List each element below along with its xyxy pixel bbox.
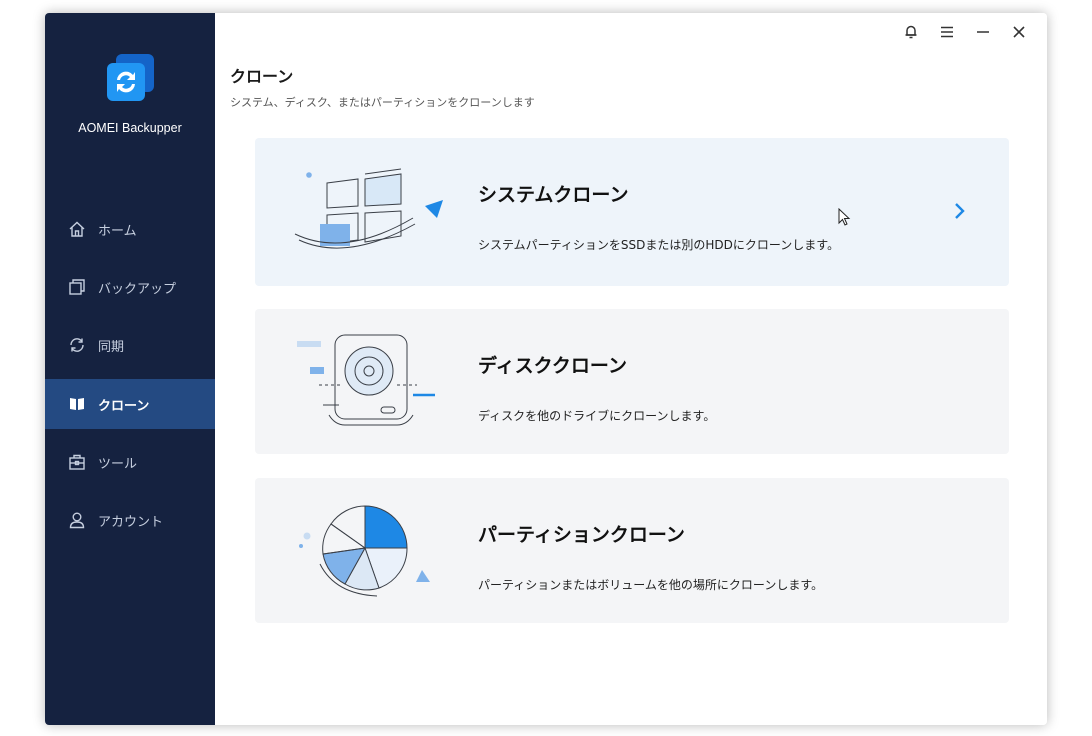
app-logo bbox=[104, 51, 158, 105]
sidebar-item-label: ツール bbox=[98, 456, 138, 472]
partition-clone-card[interactable]: パーティションクローン パーティションまたはボリュームを他の場所にクローンします… bbox=[255, 478, 1009, 623]
card-description: ディスクを他のドライブにクローンします。 bbox=[478, 409, 716, 423]
mouse-cursor-icon bbox=[838, 207, 852, 228]
sidebar-item-account[interactable]: アカウント bbox=[45, 495, 215, 545]
partition-clone-illustration bbox=[285, 494, 455, 604]
sidebar: AOMEI Backupper ホーム バックアップ 同期 クローン ツール ア… bbox=[45, 13, 215, 725]
card-title: パーティションクローン bbox=[478, 524, 685, 546]
minimize-icon[interactable] bbox=[965, 21, 1001, 43]
main-content: クローン システム、ディスク、またはパーティションをクローンします システムクロ… bbox=[215, 13, 1047, 725]
card-description: パーティションまたはボリュームを他の場所にクローンします。 bbox=[478, 578, 824, 592]
sidebar-item-clone[interactable]: クローン bbox=[45, 379, 215, 429]
sidebar-item-tools[interactable]: ツール bbox=[45, 437, 215, 487]
sidebar-item-label: バックアップ bbox=[98, 281, 177, 297]
sidebar-item-label: アカウント bbox=[98, 514, 164, 530]
home-icon bbox=[68, 220, 86, 238]
app-window: AOMEI Backupper ホーム バックアップ 同期 クローン ツール ア… bbox=[45, 13, 1047, 725]
card-title: システムクローン bbox=[478, 184, 629, 206]
account-icon bbox=[68, 511, 86, 529]
sidebar-item-label: クローン bbox=[98, 398, 150, 414]
chevron-right-icon[interactable] bbox=[951, 200, 969, 222]
system-clone-card[interactable]: システムクローン システムパーティションをSSDまたは別のHDDにクローンします… bbox=[255, 138, 1009, 286]
system-clone-illustration bbox=[285, 158, 455, 268]
tools-icon bbox=[68, 453, 86, 471]
sync-icon bbox=[68, 336, 86, 354]
disk-clone-illustration bbox=[285, 325, 455, 435]
page-title: クローン bbox=[230, 67, 294, 86]
sidebar-item-backup[interactable]: バックアップ bbox=[45, 262, 215, 312]
card-description: システムパーティションをSSDまたは別のHDDにクローンします。 bbox=[478, 238, 840, 252]
sidebar-item-sync[interactable]: 同期 bbox=[45, 320, 215, 370]
page-subtitle: システム、ディスク、またはパーティションをクローンします bbox=[230, 96, 535, 109]
close-icon[interactable] bbox=[1001, 21, 1037, 43]
sidebar-item-label: ホーム bbox=[98, 223, 137, 239]
window-controls bbox=[893, 21, 1037, 43]
clone-icon bbox=[68, 395, 86, 413]
disk-clone-card[interactable]: ディスククローン ディスクを他のドライブにクローンします。 bbox=[255, 309, 1009, 454]
sidebar-item-label: 同期 bbox=[98, 339, 125, 355]
app-name: AOMEI Backupper bbox=[78, 121, 182, 135]
sidebar-item-home[interactable]: ホーム bbox=[45, 204, 215, 254]
card-title: ディスククローン bbox=[478, 355, 627, 377]
notification-bell-icon[interactable] bbox=[893, 21, 929, 43]
backup-icon bbox=[68, 278, 86, 296]
menu-icon[interactable] bbox=[929, 21, 965, 43]
